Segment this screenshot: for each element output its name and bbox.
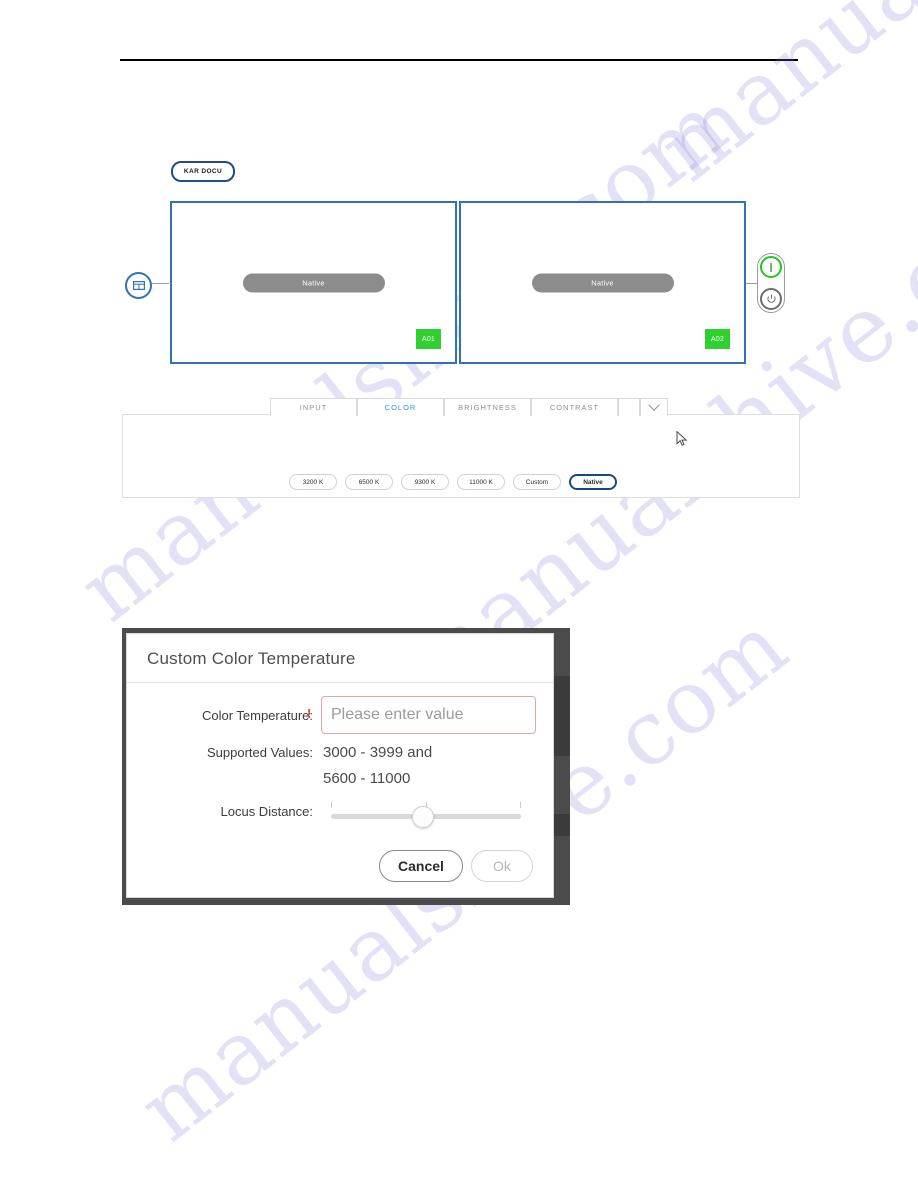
tab-contrast[interactable]: CONTRAST [531, 398, 618, 416]
tab-brightness[interactable]: BRIGHTNESS [444, 398, 531, 416]
supported-values-line-1: 3000 - 3999 and [323, 744, 433, 761]
display-panel-group: Native A01 Native A02 [170, 201, 746, 364]
ok-button[interactable]: Ok [471, 850, 533, 882]
cancel-button[interactable]: Cancel [379, 850, 463, 882]
watermark-text: manualshive.com [640, 0, 918, 201]
page-header-rule [120, 59, 798, 61]
panel-tag-a02: A02 [705, 329, 730, 349]
color-tab-content: 3200 K 6500 K 9300 K 11000 K Custom Nati… [122, 414, 800, 498]
dialog-divider [127, 682, 553, 683]
kar-docu-badge[interactable]: KAR DOCU [171, 161, 235, 182]
supported-values-line-2: 5600 - 11000 [323, 770, 411, 787]
power-toggle[interactable] [757, 253, 785, 313]
preset-native[interactable]: Native [569, 474, 617, 490]
chevron-down-icon [648, 399, 660, 411]
preset-3200k[interactable]: 3200 K [289, 474, 337, 490]
tab-input[interactable]: INPUT [270, 398, 357, 416]
dialog-title: Custom Color Temperature [147, 649, 356, 668]
tab-overflow-button[interactable] [640, 398, 668, 416]
display-panel-a01[interactable]: Native A01 [170, 201, 457, 364]
panel-preset-button[interactable]: Native [531, 273, 674, 292]
power-on-icon[interactable] [760, 256, 782, 278]
preset-11000k[interactable]: 11000 K [457, 474, 505, 490]
mouse-cursor-icon [676, 430, 688, 452]
color-temperature-label: Color Temperature: [201, 708, 313, 723]
settings-tabstrip: INPUT COLOR BRIGHTNESS CONTRAST [122, 397, 800, 416]
tab-color[interactable]: COLOR [357, 398, 444, 416]
locus-distance-slider[interactable] [331, 802, 521, 828]
connector-line-left [150, 283, 169, 284]
dialog-right-strip [554, 628, 570, 905]
required-field-icon: ! [307, 706, 312, 721]
power-off-icon[interactable] [760, 288, 782, 310]
dialog-right-strip-dark [554, 676, 570, 756]
color-temperature-preset-row: 3200 K 6500 K 9300 K 11000 K Custom Nati… [289, 474, 617, 490]
tab-blank[interactable] [618, 398, 640, 416]
custom-color-temperature-dialog: Custom Color Temperature Color Temperatu… [126, 633, 554, 898]
panel-preset-button[interactable]: Native [242, 273, 385, 292]
color-temperature-input[interactable]: Please enter value [321, 696, 536, 734]
preset-6500k[interactable]: 6500 K [345, 474, 393, 490]
custom-color-temperature-dialog-frame: Custom Color Temperature Color Temperatu… [122, 628, 570, 905]
locus-distance-label: Locus Distance: [220, 804, 314, 819]
slider-thumb[interactable] [412, 806, 435, 828]
preset-custom[interactable]: Custom [513, 474, 561, 490]
power-on-bar [770, 262, 772, 272]
slider-tick [520, 802, 521, 808]
dialog-right-strip-dark-2 [554, 814, 570, 836]
dialog-button-row: Cancel Ok [379, 850, 533, 882]
display-panel-a02[interactable]: Native A02 [459, 201, 746, 364]
slider-tick [331, 802, 332, 808]
supported-values-label: Supported Values: [207, 745, 313, 760]
grid-icon[interactable] [125, 272, 152, 299]
panel-tag-a01: A01 [416, 329, 441, 349]
watermark-layer: manualshive.com manualshive.com manualsh… [0, 0, 918, 1188]
preset-9300k[interactable]: 9300 K [401, 474, 449, 490]
